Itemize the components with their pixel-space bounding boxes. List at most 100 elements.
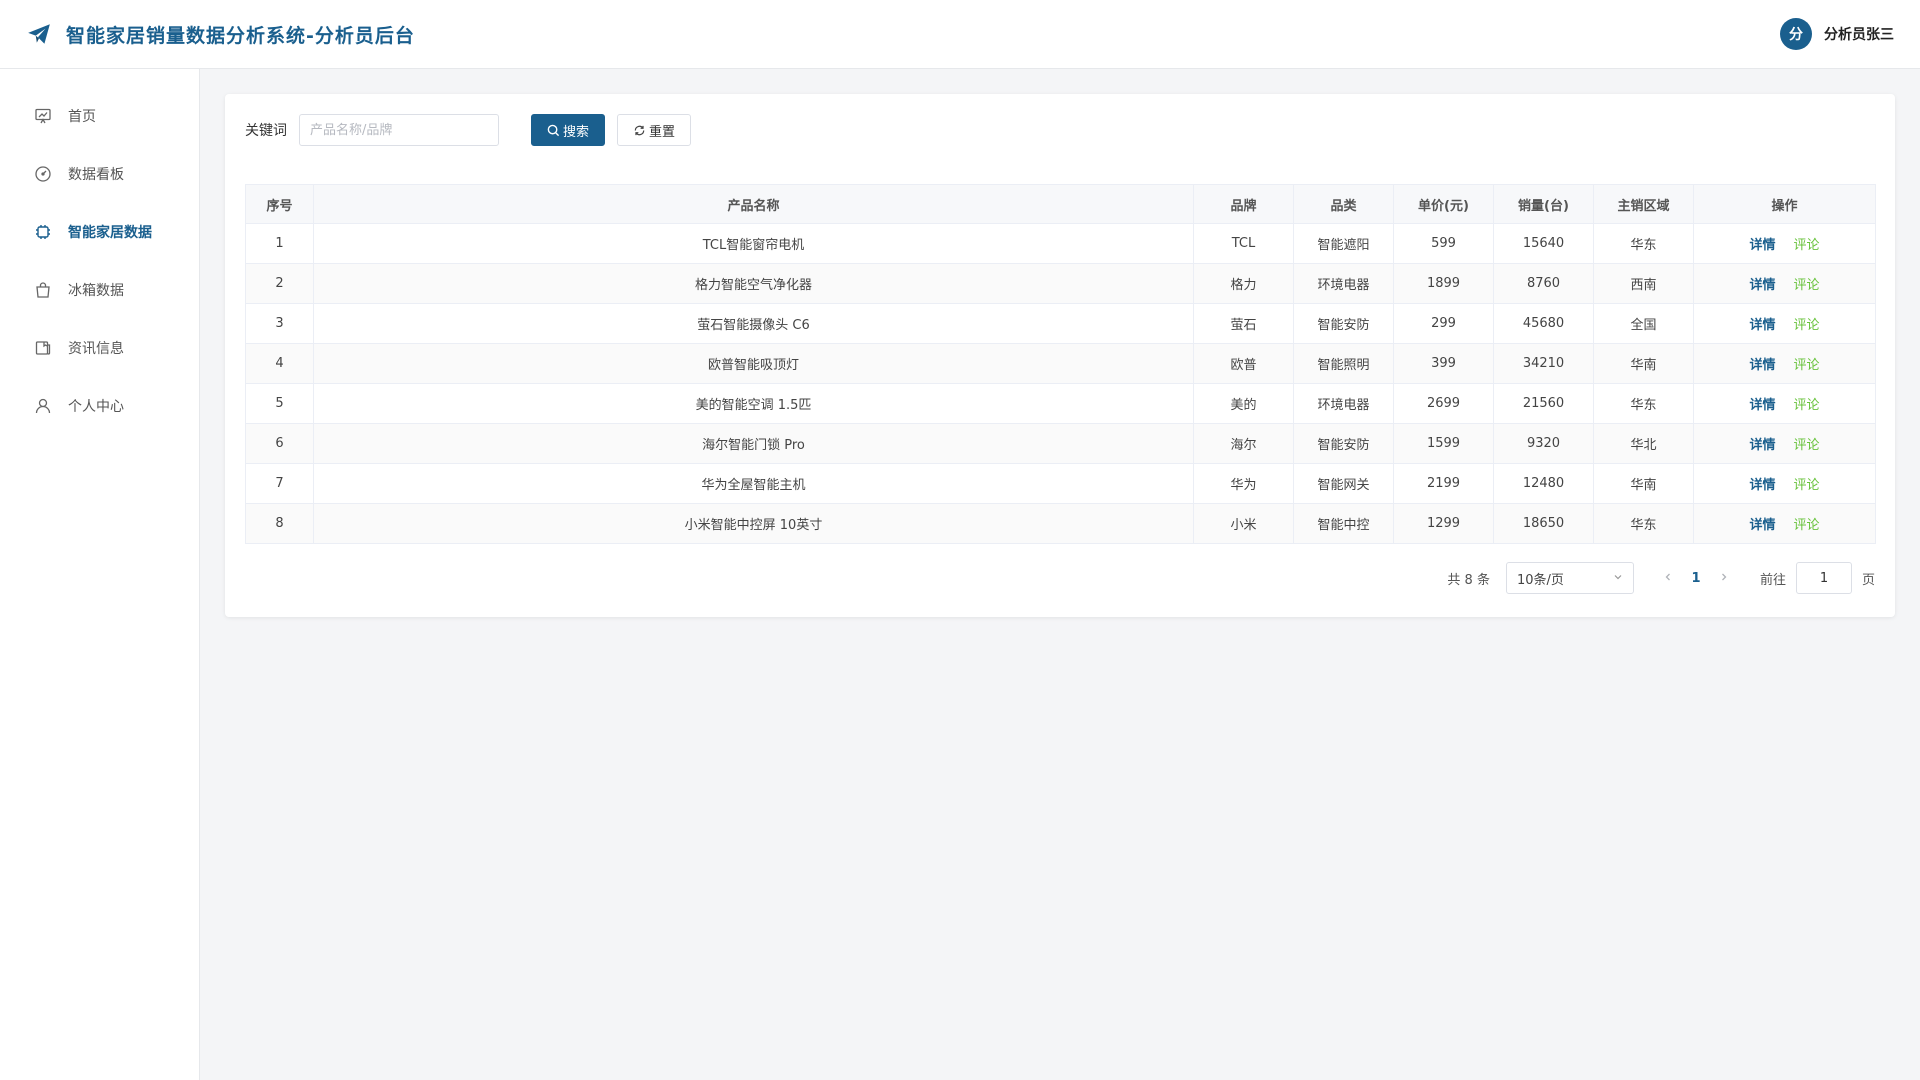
cell-brand: 欧普 <box>1193 343 1294 384</box>
cell-index: 6 <box>245 423 314 464</box>
gauge-icon <box>34 165 52 183</box>
search-icon <box>547 124 560 137</box>
cell-actions: 详情 评论 <box>1693 263 1876 304</box>
comment-link[interactable]: 评论 <box>1794 398 1820 413</box>
cell-brand: TCL <box>1193 223 1294 264</box>
cell-category: 智能安防 <box>1293 303 1394 344</box>
cell-category: 环境电器 <box>1293 263 1394 304</box>
sidebar-item-label: 资讯信息 <box>68 341 124 357</box>
sidebar-item-dashboard[interactable]: 数据看板 <box>0 145 199 203</box>
table-row: 1 TCL智能窗帘电机 TCL 智能遮阳 599 15640 华东 详情 评论 <box>245 223 1876 264</box>
table-row: 3 萤石智能摄像头 C6 萤石 智能安防 299 45680 全国 详情 评论 <box>245 303 1876 344</box>
cell-sales: 15640 <box>1493 223 1594 264</box>
cell-category: 智能中控 <box>1293 503 1394 544</box>
column-header: 单价(元) <box>1393 184 1494 224</box>
column-header: 主销区域 <box>1593 184 1694 224</box>
sidebar-item-fridge-data[interactable]: 冰箱数据 <box>0 261 199 319</box>
sidebar-item-label: 数据看板 <box>68 167 124 183</box>
table-row: 4 欧普智能吸顶灯 欧普 智能照明 399 34210 华南 详情 评论 <box>245 343 1876 384</box>
paper-plane-icon <box>26 21 52 47</box>
detail-link[interactable]: 详情 <box>1749 318 1775 333</box>
cell-product-name: 美的智能空调 1.5匹 <box>313 383 1194 424</box>
cell-price: 1299 <box>1393 503 1494 544</box>
cell-sales: 8760 <box>1493 263 1594 304</box>
comment-link[interactable]: 评论 <box>1794 358 1820 373</box>
cell-sales: 18650 <box>1493 503 1594 544</box>
cell-actions: 详情 评论 <box>1693 303 1876 344</box>
cell-region: 华东 <box>1593 383 1694 424</box>
chevron-down-icon <box>1613 571 1623 586</box>
presentation-chart-icon <box>34 107 52 125</box>
comment-link[interactable]: 评论 <box>1794 478 1820 493</box>
sidebar-item-profile[interactable]: 个人中心 <box>0 377 199 435</box>
cell-brand: 小米 <box>1193 503 1294 544</box>
cell-price: 1899 <box>1393 263 1494 304</box>
comment-link[interactable]: 评论 <box>1794 518 1820 533</box>
cell-brand: 格力 <box>1193 263 1294 304</box>
sidebar-item-home[interactable]: 首页 <box>0 87 199 145</box>
detail-link[interactable]: 详情 <box>1749 478 1775 493</box>
keyword-input[interactable] <box>299 114 499 146</box>
next-page-button[interactable] <box>1712 570 1736 586</box>
cell-category: 智能遮阳 <box>1293 223 1394 264</box>
comment-link[interactable]: 评论 <box>1794 238 1820 253</box>
cell-brand: 海尔 <box>1193 423 1294 464</box>
cell-index: 5 <box>245 383 314 424</box>
cell-index: 2 <box>245 263 314 304</box>
cell-product-name: TCL智能窗帘电机 <box>313 223 1194 264</box>
app-header: 智能家居销量数据分析系统-分析员后台 分 分析员张三 <box>0 0 1920 69</box>
cell-category: 环境电器 <box>1293 383 1394 424</box>
cell-sales: 12480 <box>1493 463 1594 504</box>
cell-brand: 华为 <box>1193 463 1294 504</box>
avatar[interactable]: 分 <box>1780 18 1812 50</box>
cell-region: 华南 <box>1593 463 1694 504</box>
goto-label: 前往 <box>1759 572 1786 588</box>
cell-region: 华北 <box>1593 423 1694 464</box>
app-title: 智能家居销量数据分析系统-分析员后台 <box>66 24 415 47</box>
user-name[interactable]: 分析员张三 <box>1824 24 1894 44</box>
cell-category: 智能网关 <box>1293 463 1394 504</box>
detail-link[interactable]: 详情 <box>1749 278 1775 293</box>
column-header: 销量(台) <box>1493 184 1594 224</box>
detail-link[interactable]: 详情 <box>1749 398 1775 413</box>
search-button[interactable]: 搜索 <box>531 114 605 146</box>
sidebar-item-label: 个人中心 <box>68 399 124 415</box>
detail-link[interactable]: 详情 <box>1749 358 1775 373</box>
user-menu[interactable]: 分 分析员张三 <box>1780 18 1894 50</box>
table-row: 7 华为全屋智能主机 华为 智能网关 2199 12480 华南 详情 评论 <box>245 463 1876 504</box>
detail-link[interactable]: 详情 <box>1749 238 1775 253</box>
comment-link[interactable]: 评论 <box>1794 278 1820 293</box>
comment-link[interactable]: 评论 <box>1794 438 1820 453</box>
cell-index: 3 <box>245 303 314 344</box>
cell-price: 2699 <box>1393 383 1494 424</box>
cell-index: 7 <box>245 463 314 504</box>
cell-actions: 详情 评论 <box>1693 343 1876 384</box>
cell-product-name: 华为全屋智能主机 <box>313 463 1194 504</box>
cell-product-name: 萤石智能摄像头 C6 <box>313 303 1194 344</box>
prev-page-button[interactable] <box>1656 570 1680 586</box>
refresh-icon <box>633 124 646 137</box>
total-count: 共 8 条 <box>1447 572 1490 588</box>
comment-link[interactable]: 评论 <box>1794 318 1820 333</box>
cell-product-name: 格力智能空气净化器 <box>313 263 1194 304</box>
cell-actions: 详情 评论 <box>1693 463 1876 504</box>
column-header: 操作 <box>1693 184 1876 224</box>
chip-icon <box>34 223 52 241</box>
page-number-current[interactable]: 1 <box>1680 571 1712 586</box>
cell-product-name: 小米智能中控屏 10英寸 <box>313 503 1194 544</box>
goto-page-input[interactable] <box>1795 562 1852 594</box>
sidebar-item-news[interactable]: 资讯信息 <box>0 319 199 377</box>
news-icon <box>34 339 52 357</box>
cell-sales: 45680 <box>1493 303 1594 344</box>
cell-product-name: 欧普智能吸顶灯 <box>313 343 1194 384</box>
column-header: 品牌 <box>1193 184 1294 224</box>
reset-button[interactable]: 重置 <box>617 114 691 146</box>
detail-link[interactable]: 详情 <box>1749 518 1775 533</box>
detail-link[interactable]: 详情 <box>1749 438 1775 453</box>
page-size-select[interactable]: 10条/页 <box>1505 562 1634 594</box>
table-row: 2 格力智能空气净化器 格力 环境电器 1899 8760 西南 详情 评论 <box>245 263 1876 304</box>
sidebar-item-smart-home-data[interactable]: 智能家居数据 <box>0 203 199 261</box>
cell-region: 华东 <box>1593 503 1694 544</box>
cell-actions: 详情 评论 <box>1693 423 1876 464</box>
data-card: 关键词 搜索 重置 序号 产品名称 品牌 品类 单价(元) <box>225 94 1895 617</box>
